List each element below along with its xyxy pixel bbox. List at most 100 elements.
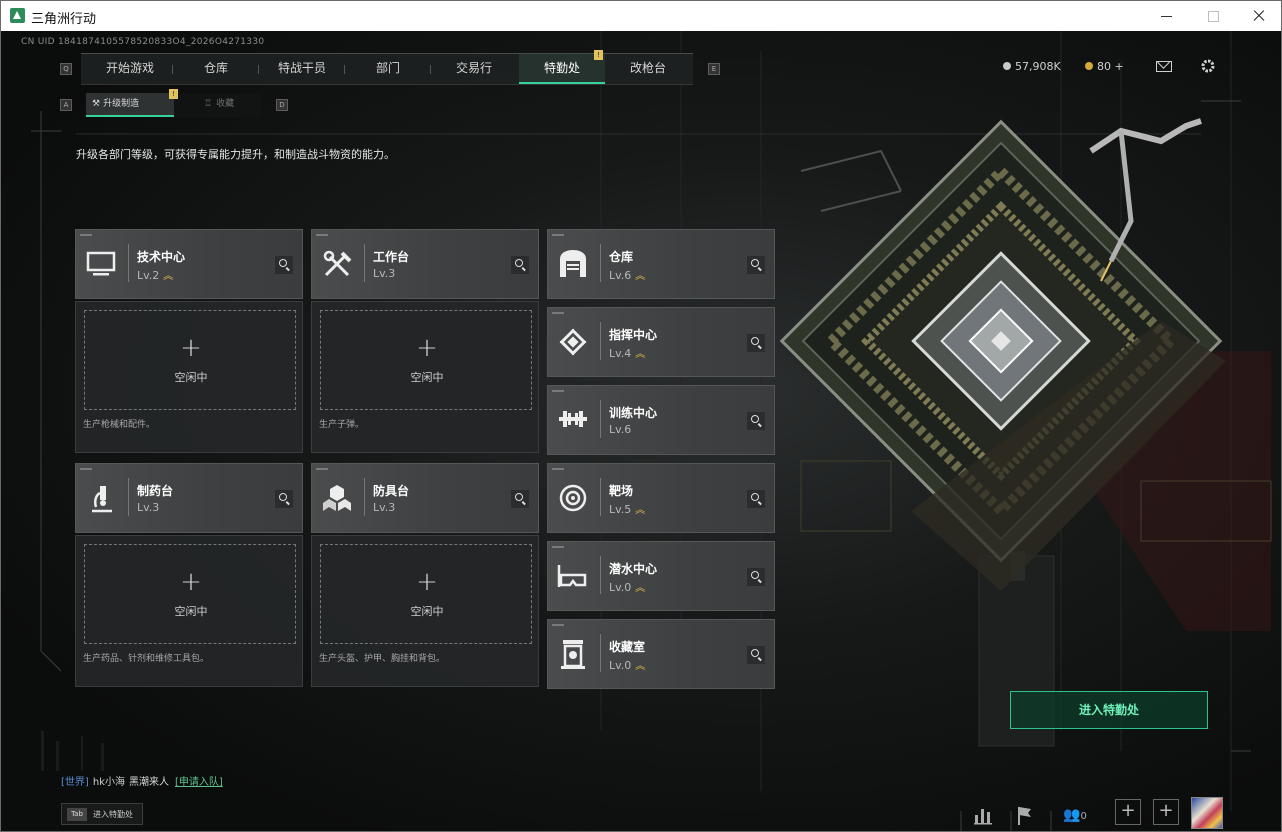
station-card-collection-room[interactable]: 收藏室 Lv.0 ︽ bbox=[547, 619, 775, 689]
subtab-label: 收藏 bbox=[216, 99, 235, 109]
station-card-workbench[interactable]: 工作台 Lv.3 bbox=[311, 229, 539, 299]
level-text: Lv.4 bbox=[609, 347, 632, 360]
upgrade-arrows-icon: ︽ bbox=[635, 583, 645, 594]
tab-gunsmith[interactable]: 改枪台 bbox=[605, 54, 691, 84]
coin-balance: 57,908K bbox=[1003, 60, 1061, 73]
enter-special-ops-button[interactable]: 进入特勤处 bbox=[1010, 691, 1208, 729]
level-text: Lv.6 bbox=[609, 269, 632, 282]
title-bar: 三角洲行动 bbox=[1, 1, 1281, 31]
tab-hint-button[interactable]: Tab 进入特勤处 bbox=[61, 803, 143, 825]
inspect-button[interactable] bbox=[275, 490, 293, 508]
window-title: 三角洲行动 bbox=[31, 12, 97, 27]
mail-icon[interactable] bbox=[1156, 61, 1172, 72]
flag-icon[interactable] bbox=[1015, 803, 1035, 827]
page-description: 升级各部门等级，可获得专属能力提升，和制造战斗物资的能力。 bbox=[76, 148, 395, 161]
add-icon: + bbox=[180, 567, 202, 597]
tab-special-ops[interactable]: 特勤处! bbox=[519, 50, 605, 84]
player-avatar[interactable] bbox=[1191, 797, 1223, 829]
station-card-shooting-range[interactable]: 靶场 Lv.5 ︽ bbox=[547, 463, 775, 533]
search-icon bbox=[515, 493, 523, 501]
chat-user[interactable]: hk小海 bbox=[93, 777, 125, 788]
slot-status: 空闲中 bbox=[410, 605, 444, 618]
gear-icon[interactable] bbox=[1200, 58, 1216, 74]
player-uid: CN UID 1841874105578520833O4_2026O427133… bbox=[21, 37, 265, 47]
game-window: 三角洲行动 CN UID 1841874105578520833O4_2026O… bbox=[0, 0, 1282, 832]
production-slot-tech-center[interactable]: + 空闲中 生产枪械和配件。 bbox=[75, 301, 303, 453]
station-card-armor[interactable]: 防具台 Lv.3 bbox=[311, 463, 539, 533]
tab-start-game[interactable]: 开始游戏 bbox=[87, 54, 173, 84]
tab-operators[interactable]: 特战干员 bbox=[259, 54, 345, 84]
invite-slot-button[interactable]: + bbox=[1115, 799, 1141, 825]
level-text: Lv.2 bbox=[137, 269, 160, 282]
notification-badge: ! bbox=[594, 50, 603, 60]
add-icon: + bbox=[180, 333, 202, 363]
search-icon bbox=[751, 337, 759, 345]
inspect-button[interactable] bbox=[511, 490, 529, 508]
station-name: 训练中心 bbox=[609, 406, 658, 420]
station-card-tech-center[interactable]: 技术中心 Lv.2 ︽ bbox=[75, 229, 303, 299]
station-card-training-center[interactable]: 训练中心 Lv.6 bbox=[547, 385, 775, 455]
station-card-diving-center[interactable]: 潜水中心 Lv.0 ︽ bbox=[547, 541, 775, 611]
station-level: Lv.6 ︽ bbox=[609, 267, 645, 282]
ticket-amount: 80 bbox=[1097, 60, 1111, 73]
slot-description: 生产子弹。 bbox=[319, 420, 365, 430]
key-hint-e: E bbox=[708, 63, 720, 75]
inspect-button[interactable] bbox=[747, 412, 765, 430]
station-card-pharmacy[interactable]: 制药台 Lv.3 bbox=[75, 463, 303, 533]
friends-indicator[interactable]: 👥0 bbox=[1063, 803, 1093, 827]
inspect-button[interactable] bbox=[511, 256, 529, 274]
tab-warehouse[interactable]: 仓库 bbox=[173, 54, 259, 84]
station-name: 制药台 bbox=[137, 484, 174, 498]
station-level: Lv.0 ︽ bbox=[609, 657, 645, 672]
production-slot-armor[interactable]: + 空闲中 生产头盔、护甲、胸挂和背包。 bbox=[311, 535, 539, 687]
invite-slot-button[interactable]: + bbox=[1153, 799, 1179, 825]
search-icon bbox=[751, 493, 759, 501]
maximize-button[interactable] bbox=[1203, 6, 1223, 26]
station-level: Lv.3 bbox=[137, 501, 160, 514]
search-icon bbox=[751, 649, 759, 657]
stats-chart-icon[interactable] bbox=[973, 803, 993, 827]
inspect-button[interactable] bbox=[747, 334, 765, 352]
level-text: Lv.0 bbox=[609, 659, 632, 672]
inspect-button[interactable] bbox=[747, 646, 765, 664]
garage-icon bbox=[560, 250, 586, 277]
ticket-balance[interactable]: 80 + bbox=[1085, 60, 1124, 73]
inspect-button[interactable] bbox=[747, 490, 765, 508]
search-icon bbox=[751, 415, 759, 423]
tab-label: 部门 bbox=[375, 61, 400, 75]
tab-hint-text: 进入特勤处 bbox=[93, 810, 133, 819]
tab-label: 特勤处 bbox=[543, 61, 580, 75]
friends-count: 0 bbox=[1080, 811, 1087, 822]
diving-mask-icon bbox=[557, 565, 587, 587]
station-name: 潜水中心 bbox=[609, 562, 658, 576]
notification-badge: ! bbox=[169, 89, 178, 99]
level-text: Lv.0 bbox=[609, 581, 632, 594]
station-level: Lv.3 bbox=[373, 267, 396, 280]
upgrade-arrows-icon: ︽ bbox=[635, 505, 645, 516]
main-nav: 开始游戏 仓库 特战干员 部门 交易行 特勤处! 改枪台 bbox=[81, 50, 693, 85]
tab-department[interactable]: 部门 bbox=[345, 54, 431, 84]
station-card-command-center[interactable]: 指挥中心 Lv.4 ︽ bbox=[547, 307, 775, 377]
production-slot-workbench[interactable]: + 空闲中 生产子弹。 bbox=[311, 301, 539, 453]
dumbbell-icon bbox=[559, 411, 587, 427]
inspect-button[interactable] bbox=[275, 256, 293, 274]
tab-trade[interactable]: 交易行 bbox=[431, 54, 517, 84]
monitor-icon bbox=[86, 251, 116, 276]
key-hint-a: A bbox=[60, 99, 72, 111]
search-icon bbox=[279, 493, 287, 501]
station-name: 技术中心 bbox=[137, 250, 186, 264]
inspect-button[interactable] bbox=[747, 256, 765, 274]
production-slot-pharmacy[interactable]: + 空闲中 生产药品、针剂和维修工具包。 bbox=[75, 535, 303, 687]
subtab-upgrade-craft[interactable]: ⚒ 升级制造 ! bbox=[86, 89, 178, 117]
station-level: Lv.0 ︽ bbox=[609, 579, 645, 594]
subtab-collection[interactable]: ♖ 收藏 bbox=[198, 93, 262, 117]
close-button[interactable] bbox=[1249, 6, 1269, 26]
station-name: 工作台 bbox=[373, 250, 410, 264]
collection-case-icon bbox=[561, 640, 585, 669]
inspect-button[interactable] bbox=[747, 568, 765, 586]
apply-join-link[interactable]: [申请入队] bbox=[175, 777, 223, 788]
add-ticket-button[interactable]: + bbox=[1115, 60, 1124, 73]
minimize-button[interactable] bbox=[1157, 6, 1177, 26]
station-card-warehouse[interactable]: 仓库 Lv.6 ︽ bbox=[547, 229, 775, 299]
tab-label: 交易行 bbox=[455, 61, 492, 75]
